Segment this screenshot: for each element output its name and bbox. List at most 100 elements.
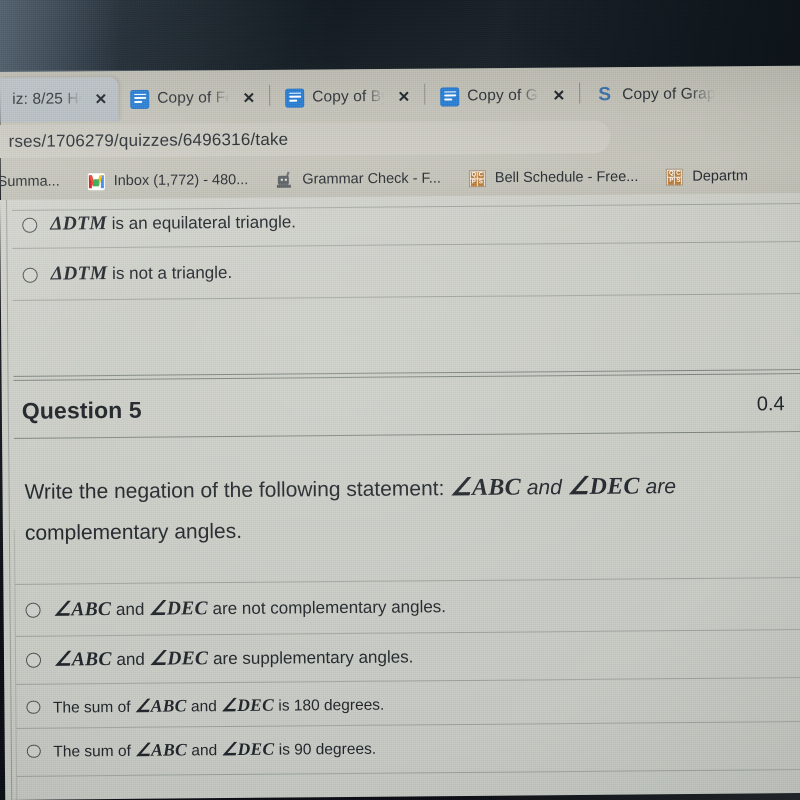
grid-letter: P — [668, 177, 675, 185]
option-prefix: The sum of — [52, 698, 135, 717]
prev-option-equilateral[interactable]: ΔDTM is an equilateral triangle. — [0, 207, 800, 236]
math-expression-abc: ∠ABC — [450, 474, 522, 502]
option-label: The sum of ∠ABC and ∠DEC is 90 degrees. — [53, 738, 376, 762]
qcps-grid-icon: Q C P S — [666, 168, 684, 186]
url-text: rses/1706279/quizzes/6496316/take — [8, 129, 289, 151]
radio-button[interactable] — [22, 217, 38, 233]
divider — [15, 628, 800, 637]
option-label: ΔDTM is not a triangle. — [51, 262, 233, 286]
tab-label: Copy of Byzan — [312, 87, 385, 106]
tab-copy-of-graph-2[interactable]: S Copy of Grap — [583, 72, 733, 117]
bezel-glare — [0, 0, 120, 74]
math-expression-abc: ∠ABC — [134, 695, 187, 716]
grid-letter: Q — [668, 170, 675, 177]
quiz-page: ΔDTM is an equilateral triangle. ΔDTM is… — [0, 193, 800, 800]
answer-option-2[interactable]: ∠ABC and ∠DEC are supplementary angles. — [4, 641, 800, 672]
divider — [17, 768, 800, 777]
tab-copy-of-graph-1[interactable]: Copy of Grap ✕ — [428, 73, 576, 118]
question-header-bottom-border — [14, 430, 800, 439]
monitor-bezel — [0, 0, 800, 74]
math-expression-abc: ∠ABC — [135, 739, 188, 760]
divider — [16, 720, 800, 729]
tab-strip: iz: 8/25 HO ✕ Copy of Feud ✕ Copy of Byz… — [0, 65, 800, 122]
prev-option-not-triangle[interactable]: ΔDTM is not a triangle. — [1, 257, 800, 286]
browser-chrome: iz: 8/25 HO ✕ Copy of Feud ✕ Copy of Byz… — [0, 65, 800, 208]
prompt-line-1: Write the negation of the following stat… — [24, 465, 800, 513]
tab-label: Copy of Grap — [467, 86, 540, 105]
option-suffix: is 90 degrees. — [274, 740, 377, 759]
option-suffix: is 180 degrees. — [273, 696, 385, 715]
option-label: ∠ABC and ∠DEC are not complementary angl… — [53, 594, 446, 621]
tab-divider — [424, 83, 426, 105]
bookmark-label: Grammar Check - F... — [302, 170, 441, 188]
math-expression: ΔDTM — [50, 213, 108, 235]
option-label: ∠ABC and ∠DEC are supplementary angles. — [54, 644, 414, 671]
math-expression-abc: ∠ABC — [53, 649, 112, 671]
tab-close-icon[interactable]: ✕ — [548, 86, 571, 105]
math-expression: ΔDTM — [50, 263, 108, 285]
bookmark-label: ner | Summa... — [0, 173, 60, 191]
google-docs-icon — [130, 89, 150, 109]
tab-close-icon[interactable]: ✕ — [90, 90, 113, 109]
omnibox-row: rses/1706279/quizzes/6496316/take — [0, 115, 800, 162]
answer-option-1[interactable]: ∠ABC and ∠DEC are not complementary angl… — [3, 591, 800, 622]
option-prefix: The sum of — [53, 742, 136, 761]
tab-copy-of-feud[interactable]: Copy of Feud ✕ — [118, 76, 266, 121]
radio-button[interactable] — [26, 744, 41, 759]
question-prompt: Write the negation of the following stat… — [24, 465, 800, 554]
bookmark-label: Departm — [692, 168, 748, 185]
answer-option-3[interactable]: The sum of ∠ABC and ∠DEC is 180 degrees. — [4, 690, 800, 718]
option-text: is not a triangle. — [107, 262, 233, 284]
option-label: The sum of ∠ABC and ∠DEC is 180 degrees. — [53, 694, 385, 718]
prompt-text: and — [520, 476, 568, 500]
tab-label: iz: 8/25 HO — [12, 90, 82, 108]
bookmark-bell-schedule[interactable]: Q C P S Bell Schedule - Free... — [468, 168, 653, 187]
grid-letter: S — [675, 177, 682, 185]
grammar-robot-icon — [276, 171, 293, 188]
divider — [12, 292, 800, 301]
option-mid: and — [186, 698, 222, 716]
bookmark-label: Bell Schedule - Free... — [494, 168, 639, 187]
grid-letter: P — [470, 179, 477, 186]
bookmark-grammar-check[interactable]: Grammar Check - F... — [276, 170, 455, 188]
radio-button[interactable] — [22, 267, 38, 283]
qcps-grid-icon: Q C P S — [468, 169, 486, 187]
bookmark-summa[interactable]: ner | Summa... — [0, 173, 74, 191]
grid-letter: C — [477, 171, 484, 179]
radio-button[interactable] — [26, 700, 40, 715]
math-expression-dec: ∠DEC — [149, 598, 208, 620]
grid-letter: C — [675, 170, 682, 177]
gmail-icon — [87, 172, 105, 190]
answer-option-4[interactable]: The sum of ∠ABC and ∠DEC is 90 degrees. — [5, 734, 800, 762]
screen-photo: iz: 8/25 HO ✕ Copy of Feud ✕ Copy of Byz… — [0, 0, 800, 800]
prompt-text: Write the negation of the following stat… — [24, 477, 451, 504]
option-suffix: are supplementary angles. — [208, 647, 414, 669]
radio-button[interactable] — [25, 652, 42, 668]
option-label: ΔDTM is an equilateral triangle. — [50, 211, 296, 235]
google-docs-icon — [440, 86, 460, 107]
address-bar[interactable]: rses/1706279/quizzes/6496316/take — [0, 120, 611, 159]
bookmark-department[interactable]: Q C P S Departm — [666, 168, 762, 186]
tab-close-icon[interactable]: ✕ — [238, 88, 261, 107]
tab-quiz[interactable]: iz: 8/25 HO ✕ — [0, 77, 119, 122]
radio-button[interactable] — [25, 602, 41, 618]
google-docs-icon — [285, 88, 305, 108]
bookmark-inbox[interactable]: Inbox (1,772) - 480... — [87, 171, 263, 190]
divider — [15, 576, 800, 585]
option-suffix: are not complementary angles. — [207, 597, 447, 619]
tab-divider — [579, 81, 581, 103]
tab-label: Copy of Feud — [157, 89, 230, 107]
math-expression-dec: ∠DEC — [567, 473, 640, 501]
question-points: 0.4 — [756, 393, 785, 416]
option-mid: and — [186, 742, 222, 760]
prompt-line-2: complementary angles. — [24, 519, 243, 545]
math-expression-dec: ∠DEC — [221, 694, 275, 716]
divider — [16, 676, 800, 685]
question-header: Question 5 0.4 — [2, 391, 800, 425]
tab-copy-of-byzantine[interactable]: Copy of Byzan ✕ — [273, 75, 421, 120]
bookmark-label: Inbox (1,772) - 480... — [113, 172, 249, 190]
grid-letter: S — [477, 179, 484, 186]
tab-close-icon[interactable]: ✕ — [393, 87, 416, 106]
option-mid: and — [111, 649, 150, 670]
math-expression-dec: ∠DEC — [149, 648, 209, 670]
